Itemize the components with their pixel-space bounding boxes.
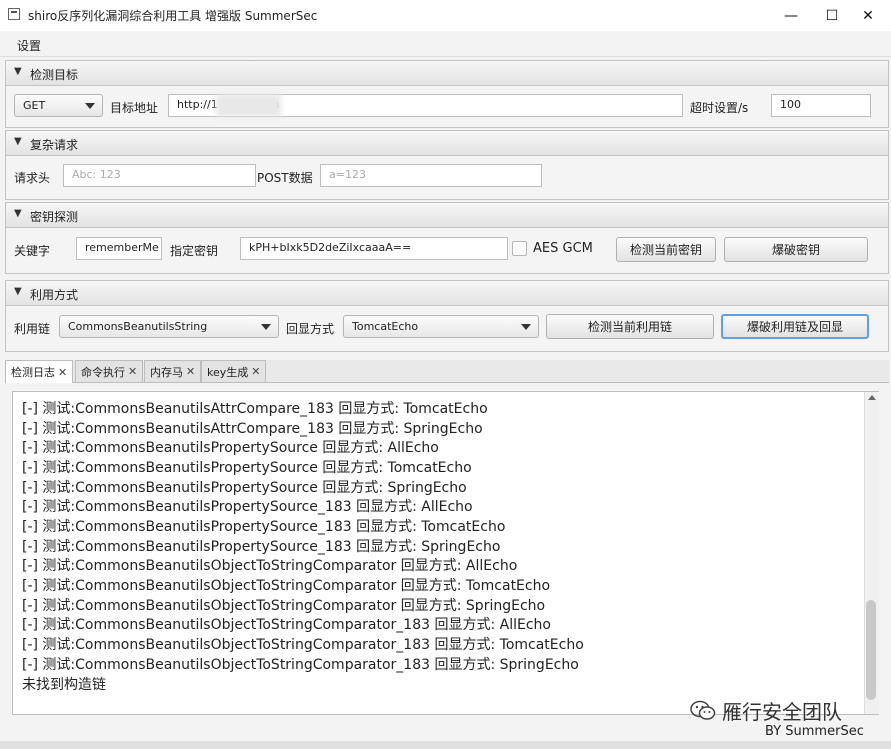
dropdown-arrow-icon [85,103,95,109]
method-select[interactable]: GET [14,94,103,117]
close-tab-icon[interactable]: ✕ [251,365,260,378]
key-detect-panel-body: 关键字 rememberMe 指定密钥 kPH+bIxk5D2deZiIxcaa… [5,228,889,274]
headers-label: 请求头 [14,171,51,185]
check-chain-button[interactable]: 检测当前利用链 [546,314,714,339]
log-line: [-] 测试:CommonsBeanutilsObjectToStringCom… [22,598,546,614]
close-tab-icon[interactable]: ✕ [186,365,195,378]
panel-title: 密钥探测 [30,210,79,224]
tab-memshell[interactable]: 内存马 ✕ [144,360,202,382]
chain-value: CommonsBeanutilsString [68,320,208,333]
exploit-panel-header[interactable]: ▼ 利用方式 [5,280,889,306]
log-line: [-] 测试:CommonsBeanutilsPropertySource_18… [22,539,501,555]
window-title: shiro反序列化漏洞综合利用工具 增强版 SummerSec [28,9,318,23]
dropdown-arrow-icon [521,324,531,330]
complex-request-panel-body: 请求头 Abc: 123 POST数据 a=123 [5,156,889,200]
key-detect-panel-header[interactable]: ▼ 密钥探测 [5,202,889,228]
echo-value: TomcatEcho [352,320,419,333]
bottom-strip [0,741,891,749]
watermark: 雁行安全团队 [690,696,842,725]
menu-settings[interactable]: 设置 [17,37,41,54]
log-line: [-] 测试:CommonsBeanutilsPropertySource_18… [22,519,506,535]
log-line: [-] 测试:CommonsBeanutilsPropertySource 回显… [22,440,439,456]
close-tab-icon[interactable]: ✕ [58,366,67,379]
chain-label: 利用链 [14,322,51,336]
log-line: [-] 测试:CommonsBeanutilsObjectToStringCom… [22,637,584,653]
complex-request-panel-header[interactable]: ▼ 复杂请求 [5,130,889,156]
exploit-panel-body: 利用链 CommonsBeanutilsString 回显方式 TomcatEc… [5,306,889,352]
target-label: 目标地址 [110,101,159,115]
log-textarea[interactable]: [-] 测试:CommonsBeanutilsAttrCompare_183 回… [12,391,879,715]
log-line: [-] 测试:CommonsBeanutilsObjectToStringCom… [22,617,551,633]
tab-label: 命令执行 [81,365,125,379]
chain-select[interactable]: CommonsBeanutilsString [59,315,279,338]
tab-detect-log[interactable]: 检测日志 ✕ [5,360,74,383]
detect-target-panel-header[interactable]: ▼ 检测目标 [5,60,889,86]
brute-chain-button[interactable]: 爆破利用链及回显 [721,314,869,339]
check-key-button[interactable]: 检测当前密钥 [616,237,716,262]
log-line: [-] 测试:CommonsBeanutilsAttrCompare_183 回… [22,401,488,417]
tab-label: 内存马 [150,365,183,379]
collapse-arrow-icon: ▼ [14,286,22,297]
collapse-arrow-icon: ▼ [14,208,22,219]
tab-key-gen[interactable]: key生成 ✕ [201,360,267,382]
method-value: GET [23,99,46,112]
watermark-by: BY SummerSec [765,724,864,739]
keyword-label: 关键字 [14,244,51,258]
brute-key-button[interactable]: 爆破密钥 [724,237,868,262]
headers-input[interactable]: Abc: 123 [63,164,256,187]
collapse-arrow-icon: ▼ [14,136,22,147]
wechat-icon [690,700,716,720]
panel-title: 复杂请求 [30,138,79,152]
echo-select[interactable]: TomcatEcho [343,315,539,338]
log-line: 未找到构造链 [22,677,106,693]
log-line: [-] 测试:CommonsBeanutilsPropertySource 回显… [22,480,467,496]
close-button[interactable]: ✕ [845,0,891,31]
log-line: [-] 测试:CommonsBeanutilsObjectToStringCom… [22,558,518,574]
log-line: [-] 测试:CommonsBeanutilsObjectToStringCom… [22,578,551,594]
scroll-up-icon[interactable] [868,395,876,400]
panel-title: 检测目标 [30,68,79,82]
key-input[interactable]: kPH+bIxk5D2deZiIxcaaaA== [240,237,508,260]
scroll-thumb[interactable] [866,600,876,700]
log-line: [-] 测试:CommonsBeanutilsAttrCompare_183 回… [22,421,483,437]
post-data-label: POST数据 [257,171,313,185]
aes-gcm-checkbox[interactable] [512,241,527,256]
keyword-input[interactable]: rememberMe [76,237,162,260]
app-icon [8,8,20,20]
log-line: [-] 测试:CommonsBeanutilsPropertySource 回显… [22,460,472,476]
collapse-arrow-icon: ▼ [14,66,22,77]
post-data-input[interactable]: a=123 [320,164,542,187]
log-line: [-] 测试:CommonsBeanutilsPropertySource_18… [22,499,473,515]
watermark-text: 雁行安全团队 [722,700,842,724]
minimize-button[interactable]: — [768,0,814,31]
specify-key-label: 指定密钥 [170,244,219,258]
tab-label: key生成 [207,365,249,379]
tab-bar: 检测日志 ✕ 命令执行 ✕ 内存马 ✕ key生成 ✕ [5,360,889,383]
panel-title: 利用方式 [30,288,79,302]
log-line: [-] 测试:CommonsBeanutilsObjectToStringCom… [22,657,579,673]
menu-bar: 设置 [0,32,891,57]
title-bar: shiro反序列化漏洞综合利用工具 增强版 SummerSec — ☐ ✕ [0,0,891,31]
tab-label: 检测日志 [11,366,55,379]
redacted-area [216,94,281,117]
timeout-input[interactable]: 100 [771,94,871,117]
tab-command-exec[interactable]: 命令执行 ✕ [75,360,144,382]
detect-target-panel-body: GET 目标地址 http://1 88/dologin 超时设置/s 100 [5,86,889,128]
timeout-label: 超时设置/s [690,101,749,115]
close-tab-icon[interactable]: ✕ [128,365,137,378]
echo-label: 回显方式 [286,322,335,336]
aes-gcm-label: AES GCM [533,241,593,256]
dropdown-arrow-icon [261,324,271,330]
